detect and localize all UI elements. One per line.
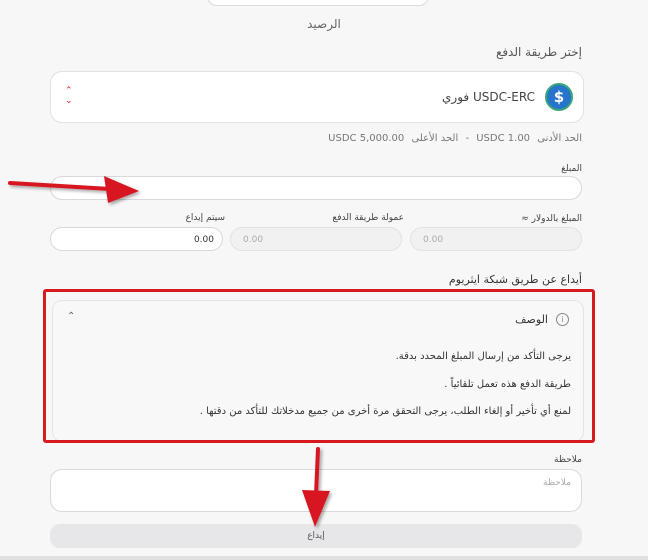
arrow-right-head	[104, 176, 139, 203]
arrow-right-shaft	[8, 181, 112, 191]
arrow-down-shaft	[314, 447, 320, 497]
arrow-down-head	[302, 490, 330, 527]
annotation-arrows	[8, 176, 330, 527]
